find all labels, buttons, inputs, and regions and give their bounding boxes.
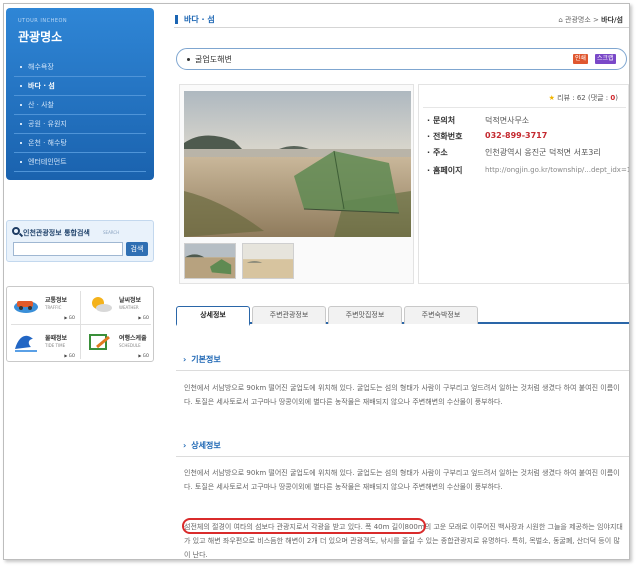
menu-item-beach[interactable]: 해수욕장: [14, 58, 146, 77]
home-icon[interactable]: ⌂: [558, 16, 562, 24]
detail-info-text-1: 인천에서 서남방으로 90km 떨어진 굴업도에 위치해 있다. 굴업도는 섬의…: [184, 469, 620, 491]
detail-info-heading: 상세정보: [183, 440, 220, 451]
brand-title: 관광명소: [18, 30, 63, 44]
breadcrumb-mid[interactable]: 관광명소 >: [565, 16, 599, 24]
info-sub: TIDE TIME: [45, 343, 66, 348]
search-input[interactable]: [13, 242, 123, 256]
detail-label: 전화번호: [427, 131, 487, 142]
search-title: 인천관광정보 통합검색: [23, 229, 90, 237]
menu-item-sea-island[interactable]: 바다 · 섬: [14, 77, 146, 96]
tide-icon: [15, 335, 37, 352]
review-label: 리뷰 : 62 (댓글 :: [557, 94, 611, 102]
menu-item-label: 엔터테인먼트: [28, 158, 67, 166]
category-list: 해수욕장 바다 · 섬 산 · 사찰 공원 · 유원지 온천 · 해수탕 엔터테…: [14, 58, 146, 172]
detail-label: 주소: [427, 147, 487, 158]
menu-item-park[interactable]: 공원 · 유원지: [14, 115, 146, 134]
detail-value: 덕적면사무소: [485, 116, 530, 125]
divider: [423, 107, 626, 108]
go-link[interactable]: ▶ GO: [64, 315, 75, 320]
info-title: 교통정보: [45, 297, 68, 304]
traffic-info-link[interactable]: 교통정보 TRAFFIC ▶ GO: [7, 287, 79, 323]
left-category-menu: UTOUR INCHEON 관광명소 해수욕장 바다 · 섬 산 · 사찰 공원…: [6, 8, 154, 180]
tab-nearby-tourism[interactable]: 주변관광정보: [252, 306, 326, 324]
traffic-icon: [14, 301, 38, 313]
schedule-icon: [89, 334, 110, 350]
print-button[interactable]: 인쇄: [573, 54, 589, 64]
review-close: ): [615, 94, 618, 102]
bullet-icon: [20, 123, 22, 125]
go-link[interactable]: ▶ GO: [64, 353, 75, 358]
menu-item-label: 산 · 사찰: [28, 101, 54, 109]
menu-item-spa[interactable]: 온천 · 해수탕: [14, 134, 146, 153]
tab-nearby-lodging[interactable]: 주변숙박정보: [404, 306, 478, 324]
search-icon: [12, 227, 20, 235]
scrap-button[interactable]: 스크랩: [595, 54, 616, 64]
info-sub: SCHEDULE: [119, 343, 141, 348]
bullet-icon: [20, 66, 22, 68]
go-link[interactable]: ▶ GO: [138, 315, 149, 320]
breadcrumb: ⌂ 관광명소 > 바다/섬: [558, 15, 623, 25]
review-count[interactable]: ★ 리뷰 : 62 (댓글 : 0): [549, 93, 618, 103]
info-sub: TRAFFIC: [45, 305, 62, 310]
detail-value: 032-899-3717: [485, 131, 548, 140]
quick-info-box: 교통정보 TRAFFIC ▶ GO 날씨정보 WEATHER ▶ GO 물때정보…: [6, 286, 154, 362]
detail-label: 문의처: [427, 115, 487, 126]
brand-subtitle: UTOUR INCHEON: [18, 18, 68, 24]
tab-detail-info[interactable]: 상세정보: [176, 306, 250, 326]
search-button[interactable]: 검색: [126, 242, 148, 256]
breadcrumb-bar: 바다 · 섬 ⌂ 관광명소 > 바다/섬: [174, 12, 629, 28]
detail-value: 인천광역시 옹진군 덕적면 서포3리: [485, 148, 601, 157]
divider: [176, 456, 629, 457]
info-title: 물때정보: [45, 335, 68, 342]
integrated-search-box: 인천관광정보 통합검색 SEARCH 검색: [6, 220, 154, 262]
weather-icon: [92, 297, 112, 312]
highlight-annotation: [182, 518, 426, 534]
basic-info-heading: 기본정보: [183, 354, 220, 365]
main-photo: [184, 91, 411, 237]
star-icon: ★: [548, 94, 555, 102]
menu-item-label: 온천 · 해수탕: [28, 139, 67, 147]
place-name: 굴업도해변: [187, 55, 232, 64]
page-frame: UTOUR INCHEON 관광명소 해수욕장 바다 · 섬 산 · 사찰 공원…: [3, 3, 630, 560]
tab-nearby-restaurants[interactable]: 주변맛집정보: [328, 306, 402, 324]
bullet-icon: [20, 142, 22, 144]
menu-item-label: 바다 · 섬: [28, 82, 55, 90]
photo-thumbnail-1[interactable]: [184, 243, 236, 279]
weather-info-link[interactable]: 날씨정보 WEATHER ▶ GO: [81, 287, 153, 323]
info-sub: WEATHER: [119, 305, 139, 310]
bullet-icon: [20, 85, 22, 87]
menu-item-mountain-temple[interactable]: 산 · 사찰: [14, 96, 146, 115]
tide-info-link[interactable]: 물때정보 TIDE TIME ▶ GO: [7, 325, 79, 361]
info-title: 날씨정보: [119, 297, 142, 304]
photo-thumbnail-2[interactable]: [242, 243, 294, 279]
section-title: 바다 · 섬: [175, 15, 215, 24]
detail-label: 홈페이지: [427, 165, 487, 176]
place-title-bar: 굴업도해변 인쇄 스크랩: [176, 48, 627, 70]
bullet-icon: [20, 104, 22, 106]
detail-info-panel: ★ 리뷰 : 62 (댓글 : 0) 문의처 덕적면사무소 전화번호 032-8…: [418, 84, 629, 284]
basic-info-text: 인천에서 서남방으로 90km 떨어진 굴업도에 위치해 있다. 굴업도는 섬의…: [184, 384, 620, 406]
info-title: 여행스케줄: [119, 335, 147, 342]
search-title-en: SEARCH: [103, 230, 120, 235]
info-tabs: 상세정보 주변관광정보 주변맛집정보 주변숙박정보: [176, 306, 629, 326]
bullet-icon: [20, 161, 22, 163]
breadcrumb-current: 바다/섬: [601, 16, 623, 24]
go-link[interactable]: ▶ GO: [138, 353, 149, 358]
menu-item-entertainment[interactable]: 엔터테인먼트: [14, 153, 146, 172]
menu-item-label: 해수욕장: [28, 63, 54, 71]
homepage-link[interactable]: http://ongjin.go.kr/township/...dept_idx…: [485, 165, 629, 175]
menu-item-label: 공원 · 유원지: [28, 120, 67, 128]
schedule-info-link[interactable]: 여행스케줄 SCHEDULE ▶ GO: [81, 325, 153, 361]
photo-panel: [179, 84, 414, 284]
divider: [176, 370, 629, 371]
